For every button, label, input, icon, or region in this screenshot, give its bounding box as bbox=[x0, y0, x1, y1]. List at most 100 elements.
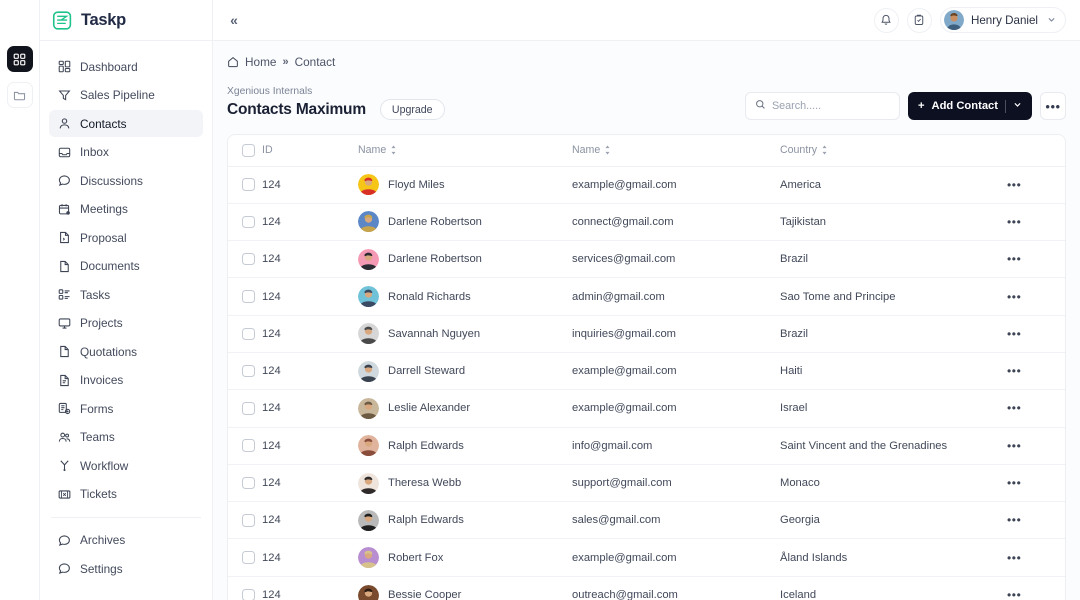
row-select-cell[interactable] bbox=[228, 277, 262, 316]
sidebar-item-invoices[interactable]: Invoices bbox=[49, 367, 203, 394]
breadcrumb-home[interactable]: Home bbox=[245, 55, 276, 69]
row-more-icon[interactable]: ••• bbox=[1007, 476, 1021, 490]
table-row[interactable]: 124 Bessie Cooper outreach@gmail.com Icelan… bbox=[228, 576, 1065, 600]
sidebar-item-forms[interactable]: Forms bbox=[49, 395, 203, 422]
sidebar-item-quotations[interactable]: Quotations bbox=[49, 338, 203, 365]
search-input[interactable] bbox=[771, 100, 890, 112]
row-more-icon[interactable]: ••• bbox=[1007, 215, 1021, 229]
sidebar-item-documents[interactable]: Documents bbox=[49, 253, 203, 280]
row-checkbox[interactable] bbox=[242, 514, 255, 527]
row-actions-cell[interactable]: ••• bbox=[1007, 315, 1065, 353]
table-row[interactable]: 124 Ralph Edwards info@gmail.com Saint Vinc… bbox=[228, 427, 1065, 465]
row-select-cell[interactable] bbox=[228, 352, 262, 391]
row-actions-cell[interactable]: ••• bbox=[1007, 277, 1065, 316]
row-actions-cell[interactable]: ••• bbox=[1007, 389, 1065, 428]
row-checkbox[interactable] bbox=[242, 439, 255, 452]
row-actions-cell[interactable]: ••• bbox=[1007, 203, 1065, 242]
row-select-cell[interactable] bbox=[228, 389, 262, 428]
row-more-icon[interactable]: ••• bbox=[1007, 290, 1021, 304]
row-actions-cell[interactable]: ••• bbox=[1007, 576, 1065, 600]
row-select-cell[interactable] bbox=[228, 427, 262, 465]
row-actions-cell[interactable]: ••• bbox=[1007, 352, 1065, 391]
table-row[interactable]: 124 Floyd Miles example@gmail.com America ••… bbox=[228, 166, 1065, 204]
table-row[interactable]: 124 Darlene Robertson connect@gmail.com Taj… bbox=[228, 203, 1065, 242]
rail-folder-icon[interactable] bbox=[6, 82, 33, 108]
table-row[interactable]: 124 Ronald Richards admin@gmail.com Sao Tom… bbox=[228, 277, 1065, 316]
row-select-cell[interactable] bbox=[228, 203, 262, 242]
table-row[interactable]: 124 Leslie Alexander example@gmail.com Isra… bbox=[228, 389, 1065, 428]
sort-icon[interactable] bbox=[604, 145, 611, 155]
row-actions-cell[interactable]: ••• bbox=[1007, 166, 1065, 204]
row-checkbox[interactable] bbox=[242, 215, 255, 229]
bell-icon[interactable] bbox=[873, 7, 899, 33]
sidebar-item-archives[interactable]: Archives bbox=[49, 527, 203, 554]
row-checkbox[interactable] bbox=[242, 178, 255, 191]
row-actions-cell[interactable]: ••• bbox=[1007, 501, 1065, 540]
row-checkbox[interactable] bbox=[242, 364, 255, 378]
select-all-checkbox[interactable] bbox=[242, 144, 255, 157]
more-options-button[interactable]: ••• bbox=[1040, 92, 1066, 120]
table-row[interactable]: 124 Ralph Edwards sales@gmail.com Georgia ••… bbox=[228, 501, 1065, 540]
row-select-cell[interactable] bbox=[228, 166, 262, 204]
table-row[interactable]: 124 Theresa Webb support@gmail.com Monaco ••… bbox=[228, 464, 1065, 503]
row-actions-cell[interactable]: ••• bbox=[1007, 464, 1065, 503]
header-email[interactable]: Name bbox=[572, 135, 780, 167]
sort-icon[interactable] bbox=[821, 145, 828, 155]
header-name[interactable]: Name bbox=[358, 135, 572, 167]
sidebar-item-sales-pipeline[interactable]: Sales Pipeline bbox=[49, 82, 203, 109]
sidebar-item-tasks[interactable]: Tasks bbox=[49, 281, 203, 308]
row-select-cell[interactable] bbox=[228, 464, 262, 503]
table-row[interactable]: 124 Darrell Steward example@gmail.com Haiti… bbox=[228, 352, 1065, 391]
row-more-icon[interactable]: ••• bbox=[1007, 178, 1021, 192]
row-more-icon[interactable]: ••• bbox=[1007, 327, 1021, 341]
double-chevron-left-icon[interactable]: « bbox=[223, 9, 245, 31]
sidebar-item-workflow[interactable]: Workflow bbox=[49, 452, 203, 479]
row-more-icon[interactable]: ••• bbox=[1007, 364, 1021, 378]
user-menu[interactable]: Henry Daniel bbox=[939, 7, 1066, 33]
row-actions-cell[interactable]: ••• bbox=[1007, 538, 1065, 577]
row-more-icon[interactable]: ••• bbox=[1007, 551, 1021, 565]
row-checkbox[interactable] bbox=[242, 402, 255, 415]
row-more-icon[interactable]: ••• bbox=[1007, 439, 1021, 453]
rail-grid-icon[interactable] bbox=[6, 46, 33, 72]
sidebar-item-dashboard[interactable]: Dashboard bbox=[49, 53, 203, 80]
sidebar-item-inbox[interactable]: Inbox bbox=[49, 139, 203, 166]
sidebar-item-settings[interactable]: Settings bbox=[49, 555, 203, 582]
row-select-cell[interactable] bbox=[228, 538, 262, 577]
sidebar-item-projects[interactable]: Projects bbox=[49, 310, 203, 337]
row-select-cell[interactable] bbox=[228, 576, 262, 600]
row-more-icon[interactable]: ••• bbox=[1007, 252, 1021, 266]
row-checkbox[interactable] bbox=[242, 476, 255, 490]
clipboard-check-icon[interactable] bbox=[906, 7, 932, 33]
sidebar-item-teams[interactable]: Teams bbox=[49, 424, 203, 451]
row-more-icon[interactable]: ••• bbox=[1007, 588, 1021, 600]
table-row[interactable]: 124 Savannah Nguyen inquiries@gmail.com Bra… bbox=[228, 315, 1065, 353]
row-actions-cell[interactable]: ••• bbox=[1007, 427, 1065, 465]
chevron-down-icon[interactable] bbox=[1013, 100, 1022, 112]
sidebar-item-proposal[interactable]: Proposal bbox=[49, 224, 203, 251]
header-select-all[interactable] bbox=[228, 135, 262, 167]
table-row[interactable]: 124 Darlene Robertson services@gmail.com Br… bbox=[228, 240, 1065, 279]
table-row[interactable]: 124 Robert Fox example@gmail.com Åland Isla… bbox=[228, 538, 1065, 577]
add-contact-button[interactable]: + Add Contact bbox=[907, 92, 1032, 120]
row-select-cell[interactable] bbox=[228, 315, 262, 353]
sidebar-item-meetings[interactable]: Meetings bbox=[49, 196, 203, 223]
row-select-cell[interactable] bbox=[228, 501, 262, 540]
row-select-cell[interactable] bbox=[228, 240, 262, 279]
row-more-icon[interactable]: ••• bbox=[1007, 401, 1021, 415]
sidebar-item-discussions[interactable]: Discussions bbox=[49, 167, 203, 194]
row-checkbox[interactable] bbox=[242, 327, 255, 341]
row-actions-cell[interactable]: ••• bbox=[1007, 240, 1065, 279]
sidebar-item-contacts[interactable]: Contacts bbox=[49, 110, 203, 137]
search-box[interactable] bbox=[744, 92, 900, 120]
row-checkbox[interactable] bbox=[242, 290, 255, 303]
upgrade-button[interactable]: Upgrade bbox=[379, 99, 445, 120]
row-more-icon[interactable]: ••• bbox=[1007, 513, 1021, 527]
row-checkbox[interactable] bbox=[242, 551, 255, 564]
sidebar-item-tickets[interactable]: Tickets bbox=[49, 481, 203, 508]
brand[interactable]: Taskp bbox=[40, 0, 212, 41]
row-checkbox[interactable] bbox=[242, 588, 255, 600]
sort-icon[interactable] bbox=[390, 145, 397, 155]
row-checkbox[interactable] bbox=[242, 252, 255, 266]
header-country[interactable]: Country bbox=[780, 135, 1007, 167]
